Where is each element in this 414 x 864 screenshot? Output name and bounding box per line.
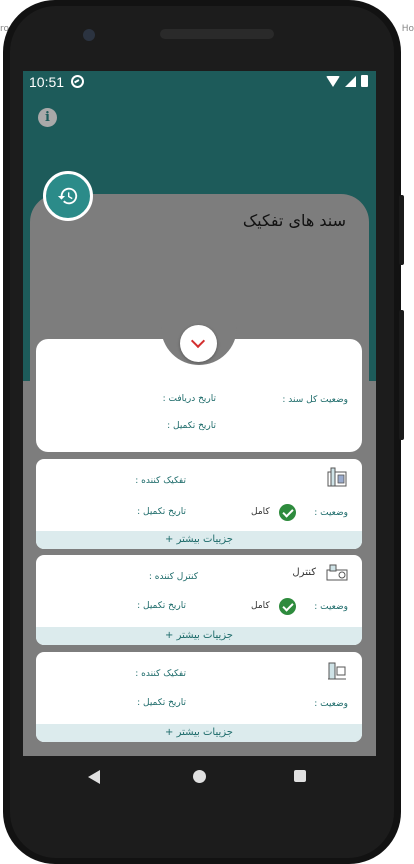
check-icon (279, 504, 296, 521)
app-screen: 10:51 i سند های تفکیک وضعیت کل سند : تار… (23, 71, 376, 756)
volume-button (399, 310, 404, 440)
history-icon (57, 187, 78, 205)
status-value: کامل (251, 601, 270, 611)
status-time: 10:51 (29, 74, 65, 90)
back-icon[interactable] (88, 770, 100, 784)
total-status-label: وضعیت کل سند : (282, 395, 348, 405)
check-icon (279, 598, 296, 615)
sorting-card-2: تفکیک کننده : وضعیت : تاریخ تکمیل : جزیی… (36, 652, 362, 742)
status-label: وضعیت : (314, 602, 348, 612)
more-details-button[interactable]: جزییات بیشتر + (36, 531, 362, 549)
more-details-button[interactable]: جزییات بیشتر + (36, 627, 362, 645)
home-icon[interactable] (193, 770, 206, 783)
front-camera (83, 29, 95, 41)
page-title: سند های تفکیک (242, 211, 346, 230)
power-button (399, 195, 404, 265)
navigation-bar (23, 756, 376, 798)
control-card: کنترل کنترل کننده : وضعیت : کامل تاریخ ت… (36, 555, 362, 645)
info-icon[interactable]: i (38, 108, 57, 127)
complete-date-label: تاریخ تکمیل : (167, 421, 216, 431)
expand-chevron-button[interactable] (180, 325, 217, 362)
sorting-machine-icon (327, 467, 347, 487)
recent-apps-icon[interactable] (294, 770, 306, 782)
status-indicators (326, 75, 368, 87)
card-title: کنترل (292, 567, 316, 578)
battery-icon (361, 75, 368, 87)
complete-date-label: تاریخ تکمیل : (137, 698, 186, 708)
complete-date-label: تاریخ تکمیل : (137, 601, 186, 611)
background-text-right: Ho (401, 24, 414, 34)
sorter-label: تفکیک کننده : (135, 476, 186, 486)
status-value: کامل (251, 507, 270, 517)
sorter-label: تفکیک کننده : (135, 669, 186, 679)
status-label: وضعیت : (314, 508, 348, 518)
status-bar: 10:51 (23, 71, 376, 93)
wifi-icon (326, 75, 340, 87)
sorting-card-1: تفکیک کننده : وضعیت : کامل تاریخ تکمیل :… (36, 459, 362, 549)
control-machine-icon (326, 564, 348, 581)
more-details-button[interactable]: جزییات بیشتر + (36, 724, 362, 742)
speaker-grille (160, 29, 274, 39)
complete-date-label: تاریخ تکمیل : (137, 507, 186, 517)
receive-date-label: تاریخ دریافت : (162, 394, 216, 404)
controller-label: کنترل کننده : (148, 572, 198, 582)
sorting-machine-icon (328, 662, 346, 680)
status-label: وضعیت : (314, 699, 348, 709)
history-button[interactable] (43, 171, 93, 221)
sync-icon (71, 75, 84, 88)
signal-icon (345, 75, 356, 87)
